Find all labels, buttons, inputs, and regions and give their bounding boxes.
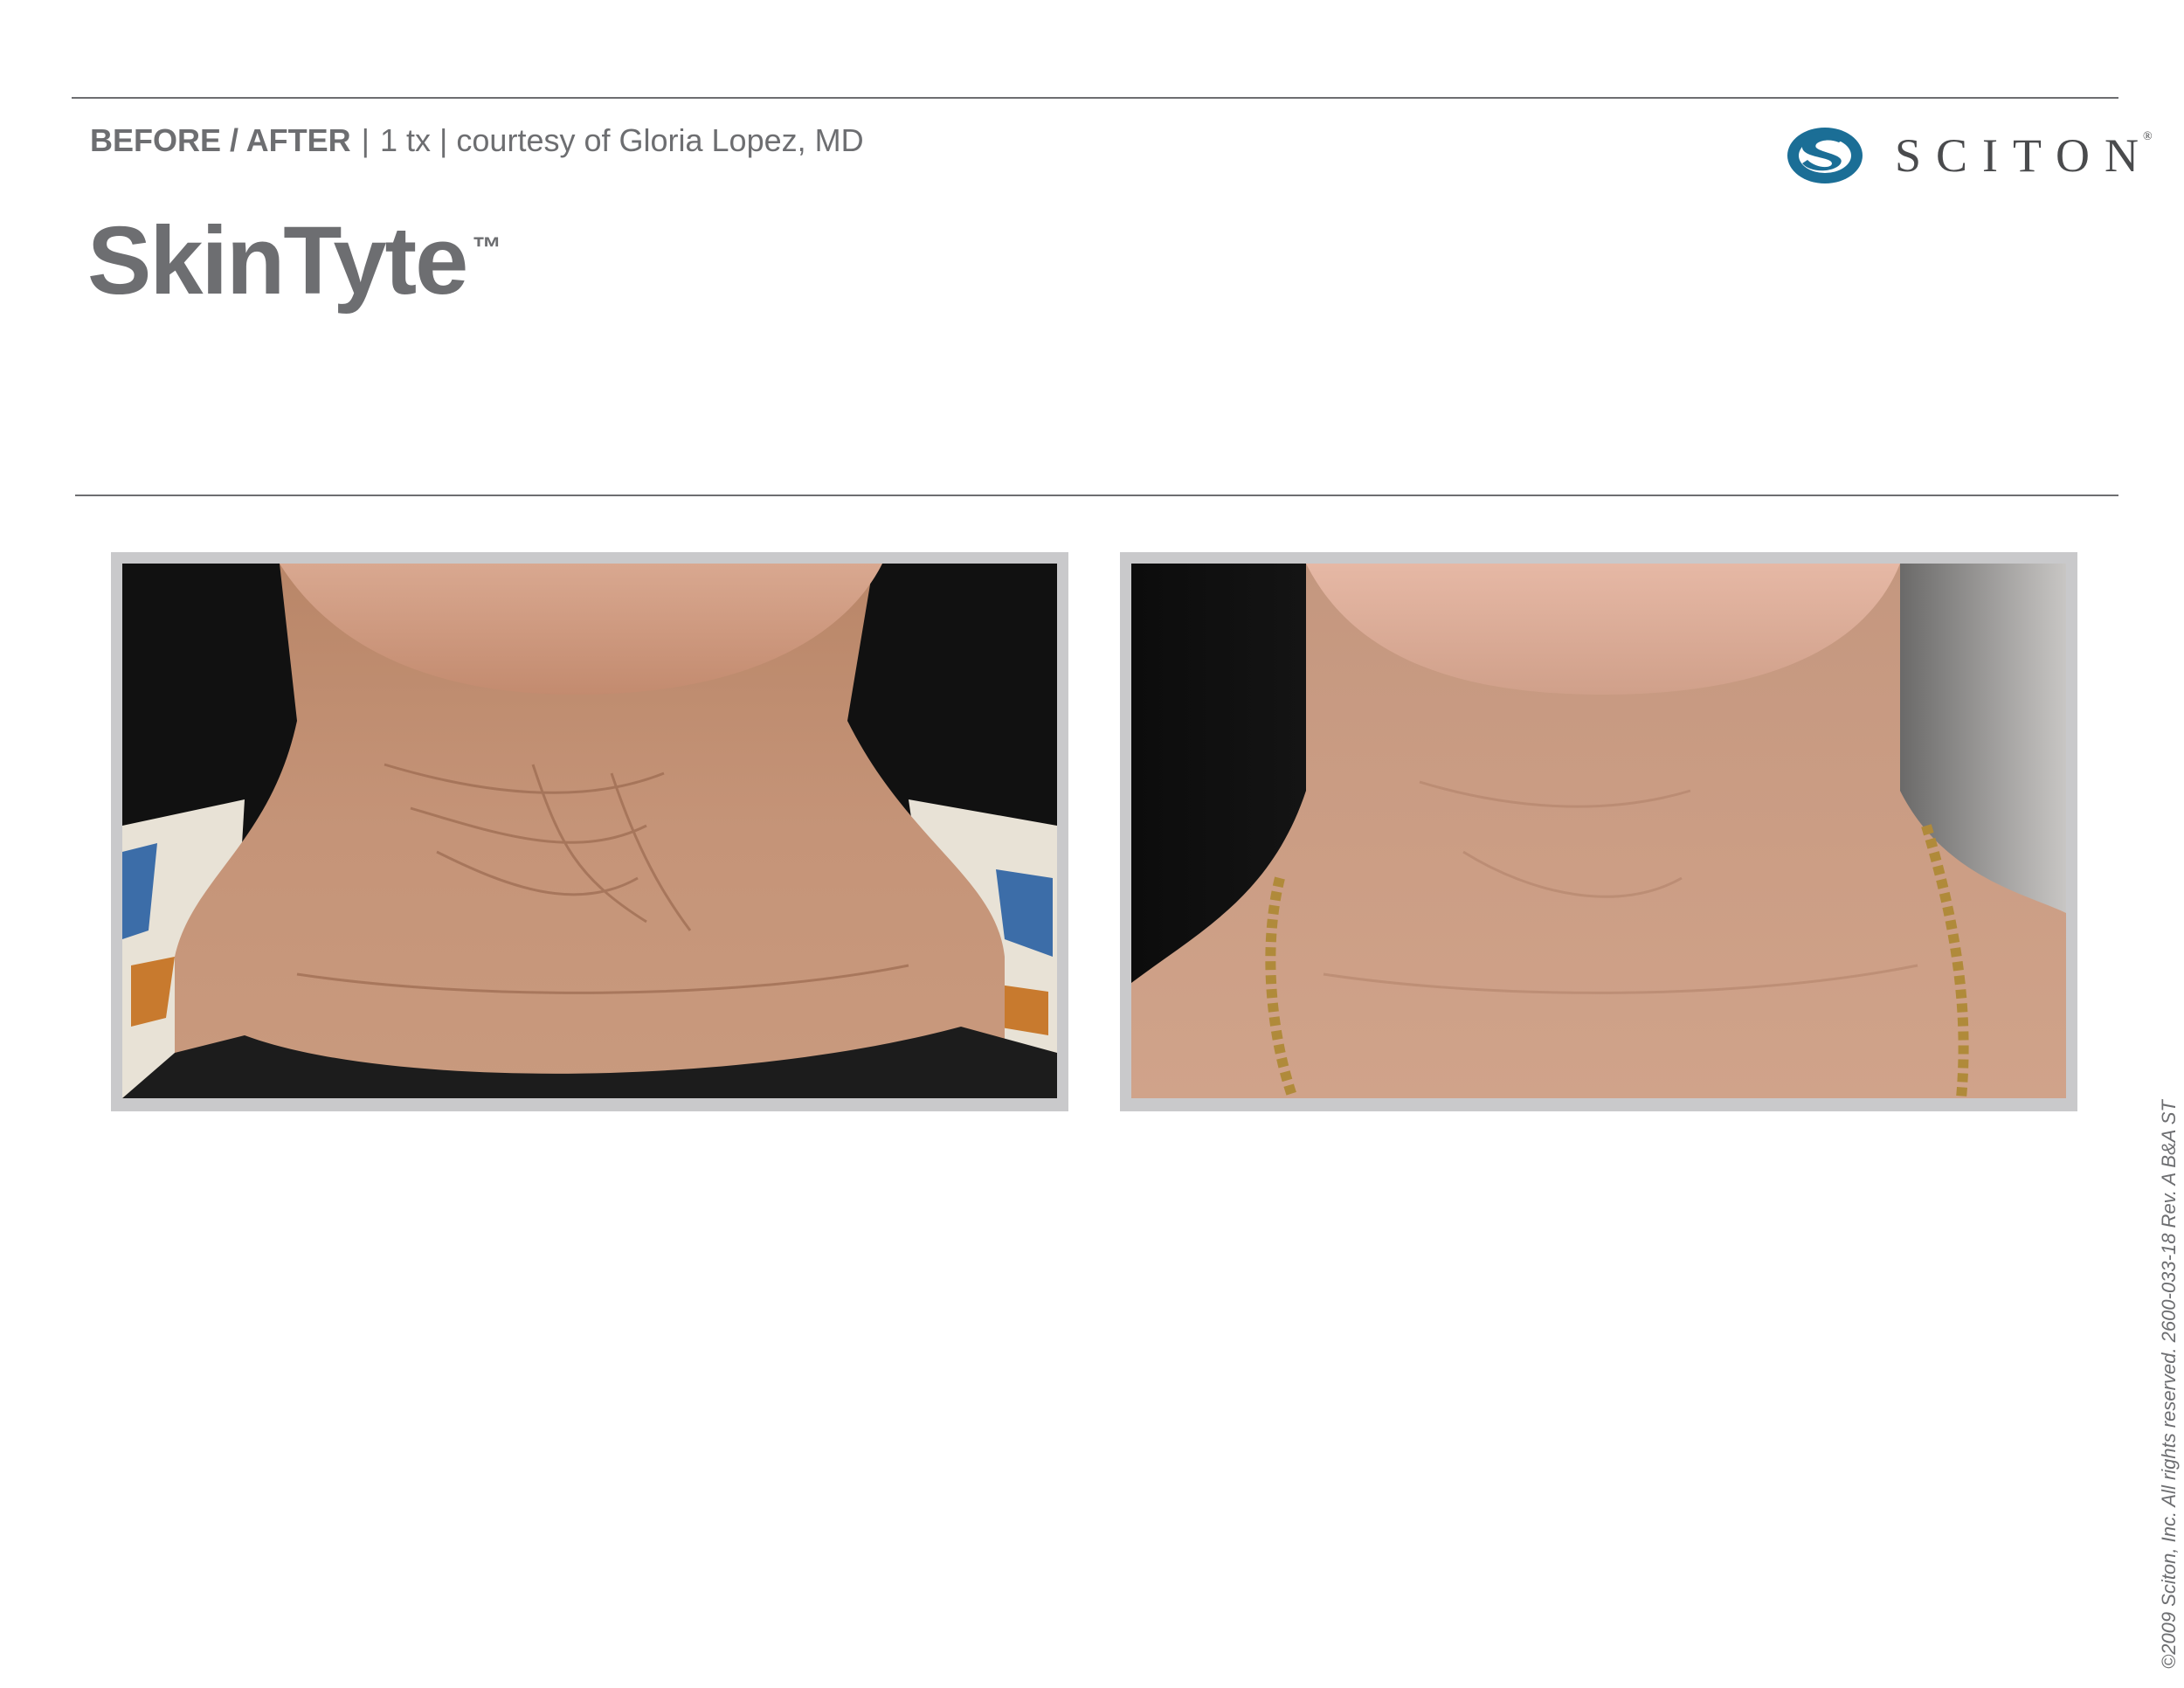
sciton-wordmark: SCITON® bbox=[1895, 128, 2153, 183]
neck-before-image bbox=[122, 564, 1057, 1098]
title-text: SkinTyte bbox=[87, 207, 468, 315]
registered-mark: ® bbox=[2143, 130, 2153, 143]
trademark-mark: ™ bbox=[472, 232, 502, 265]
sciton-logo: SCITON® bbox=[1785, 122, 2153, 189]
top-divider bbox=[72, 97, 2118, 99]
before-photo-frame bbox=[111, 552, 1068, 1111]
after-photo-frame bbox=[1120, 552, 2077, 1111]
treatment-credit: 1 tx | courtesy of Gloria Lopez, MD bbox=[380, 122, 864, 158]
copyright-footer: ©2009 Sciton, Inc. All rights reserved. … bbox=[2158, 1100, 2180, 1669]
subtitle-separator: | bbox=[361, 122, 370, 158]
page-title: SkinTyte ™ bbox=[87, 205, 501, 316]
sciton-s-logo-icon bbox=[1787, 128, 1863, 183]
after-photo bbox=[1131, 564, 2066, 1098]
before-after-label: BEFORE / AFTER bbox=[90, 122, 351, 158]
middle-divider bbox=[75, 495, 2118, 496]
neck-after-image bbox=[1131, 564, 2066, 1098]
subtitle: BEFORE / AFTER | 1 tx | courtesy of Gloria… bbox=[90, 122, 864, 159]
wordmark-text: SCITON bbox=[1895, 129, 2154, 182]
before-photo bbox=[122, 564, 1057, 1098]
